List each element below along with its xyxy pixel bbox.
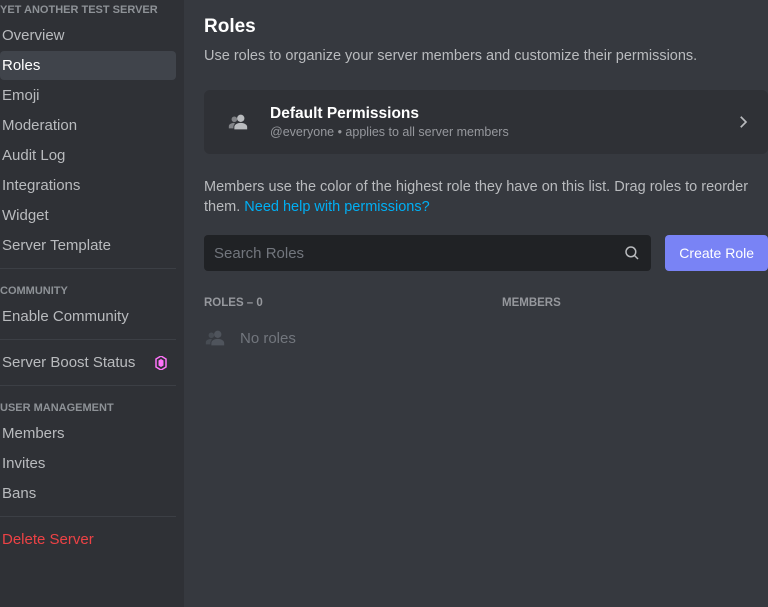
- help-permissions-link[interactable]: Need help with permissions?: [244, 199, 429, 215]
- sidebar-divider: [0, 339, 176, 340]
- search-icon: [623, 244, 641, 262]
- roles-column-header: Roles – 0: [204, 297, 502, 309]
- page-subtitle: Use roles to organize your server member…: [204, 48, 768, 64]
- search-row: Create Role: [204, 235, 768, 271]
- members-icon: [220, 104, 256, 140]
- sidebar-item-moderation[interactable]: Moderation: [0, 111, 176, 140]
- sidebar-item-server-boost[interactable]: Server Boost Status: [0, 348, 176, 377]
- sidebar-divider: [0, 268, 176, 269]
- sidebar-item-enable-community[interactable]: Enable Community: [0, 302, 176, 331]
- sidebar-item-overview[interactable]: Overview: [0, 21, 176, 50]
- sidebar-divider: [0, 385, 176, 386]
- sidebar-item-audit-log[interactable]: Audit Log: [0, 141, 176, 170]
- empty-label: No roles: [240, 330, 296, 347]
- roles-empty-state: No roles: [204, 327, 768, 349]
- sidebar-item-integrations[interactable]: Integrations: [0, 171, 176, 200]
- boost-gem-icon: [154, 356, 168, 370]
- roles-list-header: Roles – 0 Members: [204, 297, 768, 309]
- roles-hint: Members use the color of the highest rol…: [204, 178, 768, 217]
- sidebar-item-invites[interactable]: Invites: [0, 449, 176, 478]
- members-icon: [204, 327, 226, 349]
- chevron-right-icon: [734, 113, 752, 131]
- default-permissions-card[interactable]: Default Permissions @everyone • applies …: [204, 90, 768, 154]
- create-role-button[interactable]: Create Role: [665, 235, 768, 271]
- sidebar-item-members[interactable]: Members: [0, 419, 176, 448]
- members-column-header: Members: [502, 297, 561, 309]
- search-roles-wrap[interactable]: [204, 235, 651, 271]
- sidebar-server-name: YET ANOTHER TEST SERVER: [0, 0, 184, 20]
- sidebar-item-roles[interactable]: Roles: [0, 51, 176, 80]
- card-title: Default Permissions: [270, 105, 734, 123]
- sidebar-header-user-mgmt: User Management: [0, 398, 184, 418]
- page-title: Roles: [204, 16, 768, 38]
- sidebar-divider: [0, 516, 176, 517]
- card-subtitle: @everyone • applies to all server member…: [270, 125, 734, 139]
- sidebar-item-server-template[interactable]: Server Template: [0, 231, 176, 260]
- sidebar-item-emoji[interactable]: Emoji: [0, 81, 176, 110]
- main-content: Roles Use roles to organize your server …: [184, 0, 768, 607]
- settings-sidebar: YET ANOTHER TEST SERVER Overview Roles E…: [0, 0, 184, 607]
- sidebar-header-community: Community: [0, 281, 184, 301]
- search-roles-input[interactable]: [214, 245, 623, 262]
- sidebar-item-widget[interactable]: Widget: [0, 201, 176, 230]
- sidebar-item-delete-server[interactable]: Delete Server: [0, 525, 176, 554]
- sidebar-item-bans[interactable]: Bans: [0, 479, 176, 508]
- card-body: Default Permissions @everyone • applies …: [270, 105, 734, 139]
